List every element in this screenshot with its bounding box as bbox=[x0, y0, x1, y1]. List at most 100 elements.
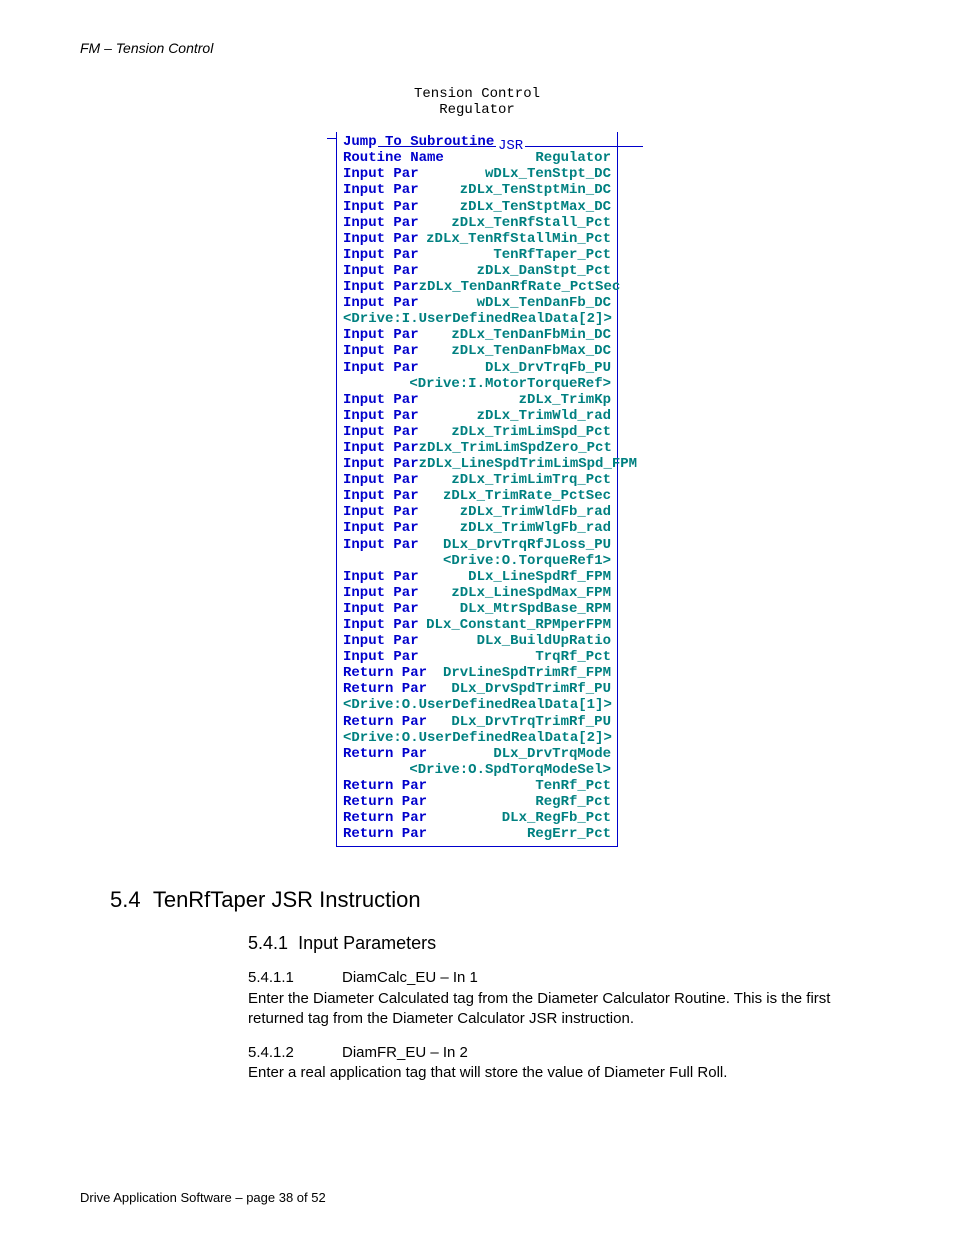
jsr-row: Return ParDLx_DrvTrqMode bbox=[343, 746, 611, 762]
parameter-number: 5.4.1.1 bbox=[248, 968, 342, 988]
diagram-title-1: Tension Control bbox=[311, 86, 643, 102]
jsr-row-label: Input Par bbox=[343, 343, 419, 359]
jsr-row-label: Return Par bbox=[343, 826, 427, 842]
jsr-row-label: Input Par bbox=[343, 472, 419, 488]
jsr-diagram: Tension Control Regulator JSR Jump To Su… bbox=[311, 86, 643, 847]
subsection-heading: 5.4.1 Input Parameters bbox=[248, 933, 874, 954]
jsr-row-value: TrqRf_Pct bbox=[419, 649, 611, 665]
jsr-row: Input ParzDLx_TrimLimSpdZero_Pct bbox=[343, 440, 611, 456]
jsr-row: Input ParDLx_Constant_RPMperFPM bbox=[343, 617, 611, 633]
jsr-row-label: Input Par bbox=[343, 504, 419, 520]
jsr-row: Input ParzDLx_LineSpdMax_FPM bbox=[343, 585, 611, 601]
jsr-row-value: zDLx_TenStptMax_DC bbox=[419, 199, 611, 215]
jsr-row-value: zDLx_TrimWlgFb_rad bbox=[419, 520, 611, 536]
jsr-row-label: Input Par bbox=[343, 215, 419, 231]
jsr-row-value: DLx_DrvTrqFb_PU bbox=[419, 360, 611, 376]
jsr-row-subvalue: <Drive:I.MotorTorqueRef> bbox=[343, 376, 611, 392]
jsr-row-value: zDLx_TenRfStallMin_Pct bbox=[419, 231, 611, 247]
jsr-row-value: DLx_BuildUpRatio bbox=[419, 633, 611, 649]
jsr-row-value: zDLx_LineSpdTrimLimSpd_FPM bbox=[419, 456, 637, 472]
jsr-row-subvalue: <Drive:O.SpdTorqModeSel> bbox=[343, 762, 611, 778]
jsr-row-value: RegErr_Pct bbox=[427, 826, 611, 842]
jsr-row-value: DLx_RegFb_Pct bbox=[427, 810, 611, 826]
jsr-row: Return ParDLx_RegFb_Pct bbox=[343, 810, 611, 826]
section-title: TenRfTaper JSR Instruction bbox=[153, 887, 421, 912]
jsr-row: Routine NameRegulator bbox=[343, 150, 611, 166]
jsr-row: Input ParDLx_MtrSpdBase_RPM bbox=[343, 601, 611, 617]
jsr-row-label: Input Par bbox=[343, 199, 419, 215]
jsr-row: Return ParRegErr_Pct bbox=[343, 826, 611, 842]
jsr-row-value: DLx_MtrSpdBase_RPM bbox=[419, 601, 611, 617]
jsr-row-label: Input Par bbox=[343, 488, 419, 504]
jsr-row: <Drive:I.MotorTorqueRef> bbox=[343, 376, 611, 392]
section-heading: 5.4 TenRfTaper JSR Instruction bbox=[110, 887, 874, 913]
jsr-row: Input ParDLx_LineSpdRf_FPM bbox=[343, 569, 611, 585]
jsr-row: Input ParzDLx_TrimWlgFb_rad bbox=[343, 520, 611, 536]
jsr-row-label: Input Par bbox=[343, 633, 419, 649]
jsr-row-label: Input Par bbox=[343, 392, 419, 408]
jsr-row: Input ParDLx_DrvTrqFb_PU bbox=[343, 360, 611, 376]
jsr-row-value: zDLx_TrimLimSpd_Pct bbox=[419, 424, 611, 440]
jsr-row-label: Input Par bbox=[343, 360, 419, 376]
jsr-row-value: DLx_DrvTrqRfJLoss_PU bbox=[419, 537, 611, 553]
jsr-row-label: Input Par bbox=[343, 601, 419, 617]
jsr-row-label: Input Par bbox=[343, 166, 419, 182]
jsr-row: Input ParDLx_BuildUpRatio bbox=[343, 633, 611, 649]
jsr-row: Input ParzDLx_TenDanFbMin_DC bbox=[343, 327, 611, 343]
section-number: 5.4 bbox=[110, 887, 141, 912]
jsr-row-value: zDLx_TenRfStall_Pct bbox=[419, 215, 611, 231]
jsr-row: Jump To Subroutine bbox=[343, 134, 611, 150]
jsr-row-label: Routine Name bbox=[343, 150, 444, 166]
jsr-row: Input ParwDLx_TenStpt_DC bbox=[343, 166, 611, 182]
jsr-row-label: Input Par bbox=[343, 520, 419, 536]
jsr-row: Input ParTrqRf_Pct bbox=[343, 649, 611, 665]
jsr-row: Input ParzDLx_TenDanFbMax_DC bbox=[343, 343, 611, 359]
subsection-title: Input Parameters bbox=[298, 933, 436, 953]
jsr-row-label: Input Par bbox=[343, 182, 419, 198]
page-header: FM – Tension Control bbox=[80, 40, 874, 56]
jsr-row-label: Return Par bbox=[343, 714, 427, 730]
jsr-row-subvalue: <Drive:O.UserDefinedRealData[1]> bbox=[343, 697, 612, 713]
jsr-box: Jump To SubroutineRoutine NameRegulatorI… bbox=[336, 132, 618, 847]
jsr-row-value: RegRf_Pct bbox=[427, 794, 611, 810]
jsr-row-label: Input Par bbox=[343, 585, 419, 601]
jsr-row-label: Return Par bbox=[343, 810, 427, 826]
jsr-row-label: Return Par bbox=[343, 681, 427, 697]
jsr-row: Input ParzDLx_TenRfStallMin_Pct bbox=[343, 231, 611, 247]
jsr-row: Return ParDLx_DrvTrqTrimRf_PU bbox=[343, 714, 611, 730]
jsr-row-value: TenRf_Pct bbox=[427, 778, 611, 794]
jsr-row-value: DLx_LineSpdRf_FPM bbox=[419, 569, 611, 585]
parameter-text: Enter the Diameter Calculated tag from t… bbox=[248, 989, 874, 1030]
jsr-row-label: Input Par bbox=[343, 263, 419, 279]
jsr-row-value bbox=[494, 134, 611, 150]
jsr-row-value: zDLx_TrimKp bbox=[419, 392, 611, 408]
jsr-row: Input ParzDLx_TenDanRfRate_PctSec bbox=[343, 279, 611, 295]
jsr-row-label: Return Par bbox=[343, 778, 427, 794]
jsr-row-value: TenRfTaper_Pct bbox=[419, 247, 611, 263]
jsr-row: <Drive:I.UserDefinedRealData[2]> bbox=[343, 311, 611, 327]
jsr-row-value: zDLx_TrimWld_rad bbox=[419, 408, 611, 424]
jsr-row: Input ParzDLx_LineSpdTrimLimSpd_FPM bbox=[343, 456, 611, 472]
parameter-name: DiamFR_EU – In 2 bbox=[342, 1044, 468, 1061]
jsr-row-label: Input Par bbox=[343, 231, 419, 247]
jsr-divider: JSR bbox=[311, 122, 643, 132]
jsr-row-value: DLx_DrvSpdTrimRf_PU bbox=[427, 681, 611, 697]
jsr-row-label: Input Par bbox=[343, 440, 419, 456]
jsr-row-value: DLx_Constant_RPMperFPM bbox=[419, 617, 611, 633]
jsr-row-value: DrvLineSpdTrimRf_FPM bbox=[427, 665, 611, 681]
jsr-row-value: zDLx_TrimRate_PctSec bbox=[419, 488, 611, 504]
jsr-row: Input ParzDLx_TrimRate_PctSec bbox=[343, 488, 611, 504]
jsr-row-label: Return Par bbox=[343, 794, 427, 810]
jsr-row-value: zDLx_TrimWldFb_rad bbox=[419, 504, 611, 520]
jsr-row-value: zDLx_TrimLimTrq_Pct bbox=[419, 472, 611, 488]
jsr-row-value: zDLx_LineSpdMax_FPM bbox=[419, 585, 611, 601]
diagram-title-2: Regulator bbox=[311, 102, 643, 118]
page-footer: Drive Application Software – page 38 of … bbox=[80, 1190, 326, 1205]
jsr-row: Input ParDLx_DrvTrqRfJLoss_PU bbox=[343, 537, 611, 553]
jsr-row-value: DLx_DrvTrqTrimRf_PU bbox=[427, 714, 611, 730]
jsr-row: Input ParzDLx_DanStpt_Pct bbox=[343, 263, 611, 279]
jsr-row: <Drive:O.UserDefinedRealData[2]> bbox=[343, 730, 611, 746]
jsr-row-subvalue: <Drive:O.UserDefinedRealData[2]> bbox=[343, 730, 612, 746]
jsr-row: Input ParzDLx_TenStptMin_DC bbox=[343, 182, 611, 198]
jsr-row-value: Regulator bbox=[444, 150, 611, 166]
